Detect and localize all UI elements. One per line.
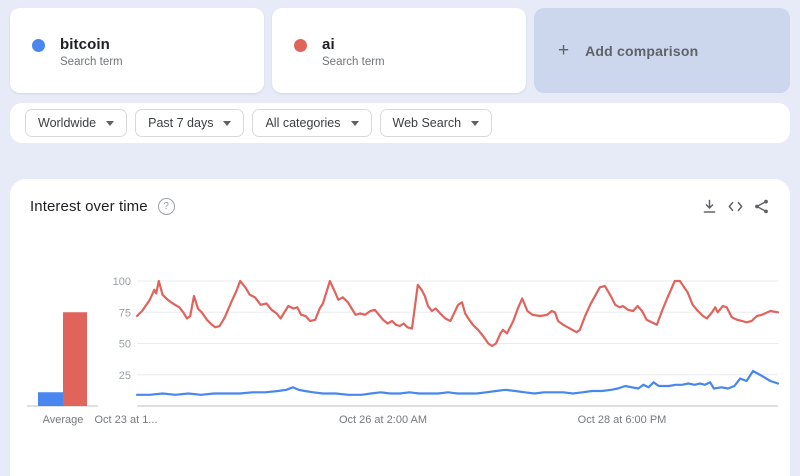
comparison-cards-row: bitcoin Search term ai Search term + Add… [10, 8, 790, 93]
svg-text:Oct 26 at 2:00 AM: Oct 26 at 2:00 AM [339, 414, 427, 426]
chart-header: Interest over time ? [10, 179, 790, 215]
svg-text:25: 25 [119, 370, 131, 382]
series-color-dot-bitcoin [32, 39, 45, 52]
svg-text:75: 75 [119, 307, 131, 319]
term-card-bitcoin[interactable]: bitcoin Search term [10, 8, 264, 93]
google-trends-page: bitcoin Search term ai Search term + Add… [0, 0, 800, 476]
chart-actions [701, 198, 770, 215]
plus-icon: + [558, 39, 570, 61]
interest-over-time-card: Interest over time ? 25 50 75 100 Averag… [10, 179, 790, 476]
download-icon[interactable] [701, 198, 718, 215]
term-text-block: ai Search term [322, 36, 385, 68]
svg-text:50: 50 [119, 339, 131, 351]
svg-text:Average: Average [43, 414, 84, 426]
filter-bar: Worldwide Past 7 days All categories Web… [10, 103, 790, 143]
term-label: bitcoin [60, 36, 110, 53]
chevron-down-icon [471, 120, 480, 126]
filter-category-dropdown[interactable]: All categories [252, 109, 372, 137]
chevron-down-icon [106, 120, 115, 126]
chevron-down-icon [223, 120, 232, 126]
chart-title: Interest over time [30, 198, 148, 215]
svg-text:Oct 28 at 6:00 PM: Oct 28 at 6:00 PM [578, 414, 667, 426]
term-subtitle: Search term [60, 56, 123, 68]
term-text-block: bitcoin Search term [60, 36, 123, 68]
filter-searchtype-dropdown[interactable]: Web Search [379, 109, 493, 137]
term-label: ai [322, 36, 335, 53]
term-subtitle: Search term [322, 56, 385, 68]
svg-text:100: 100 [113, 276, 131, 288]
embed-icon[interactable] [727, 198, 744, 215]
help-icon[interactable]: ? [157, 198, 175, 215]
term-card-ai[interactable]: ai Search term [272, 8, 526, 93]
series-color-dot-ai [294, 39, 307, 52]
interest-over-time-chart[interactable]: 25 50 75 100 Average Oct 23 at 1... Oct 26 at … [10, 271, 790, 436]
svg-text:Oct 23 at 1...: Oct 23 at 1... [95, 414, 158, 426]
filter-timerange-dropdown[interactable]: Past 7 days [135, 109, 245, 137]
add-comparison-label: Add comparison [585, 42, 699, 59]
chevron-down-icon [350, 120, 359, 126]
filter-region-dropdown[interactable]: Worldwide [25, 109, 128, 137]
share-icon[interactable] [753, 198, 770, 215]
add-comparison-button[interactable]: + Add comparison [534, 8, 790, 93]
